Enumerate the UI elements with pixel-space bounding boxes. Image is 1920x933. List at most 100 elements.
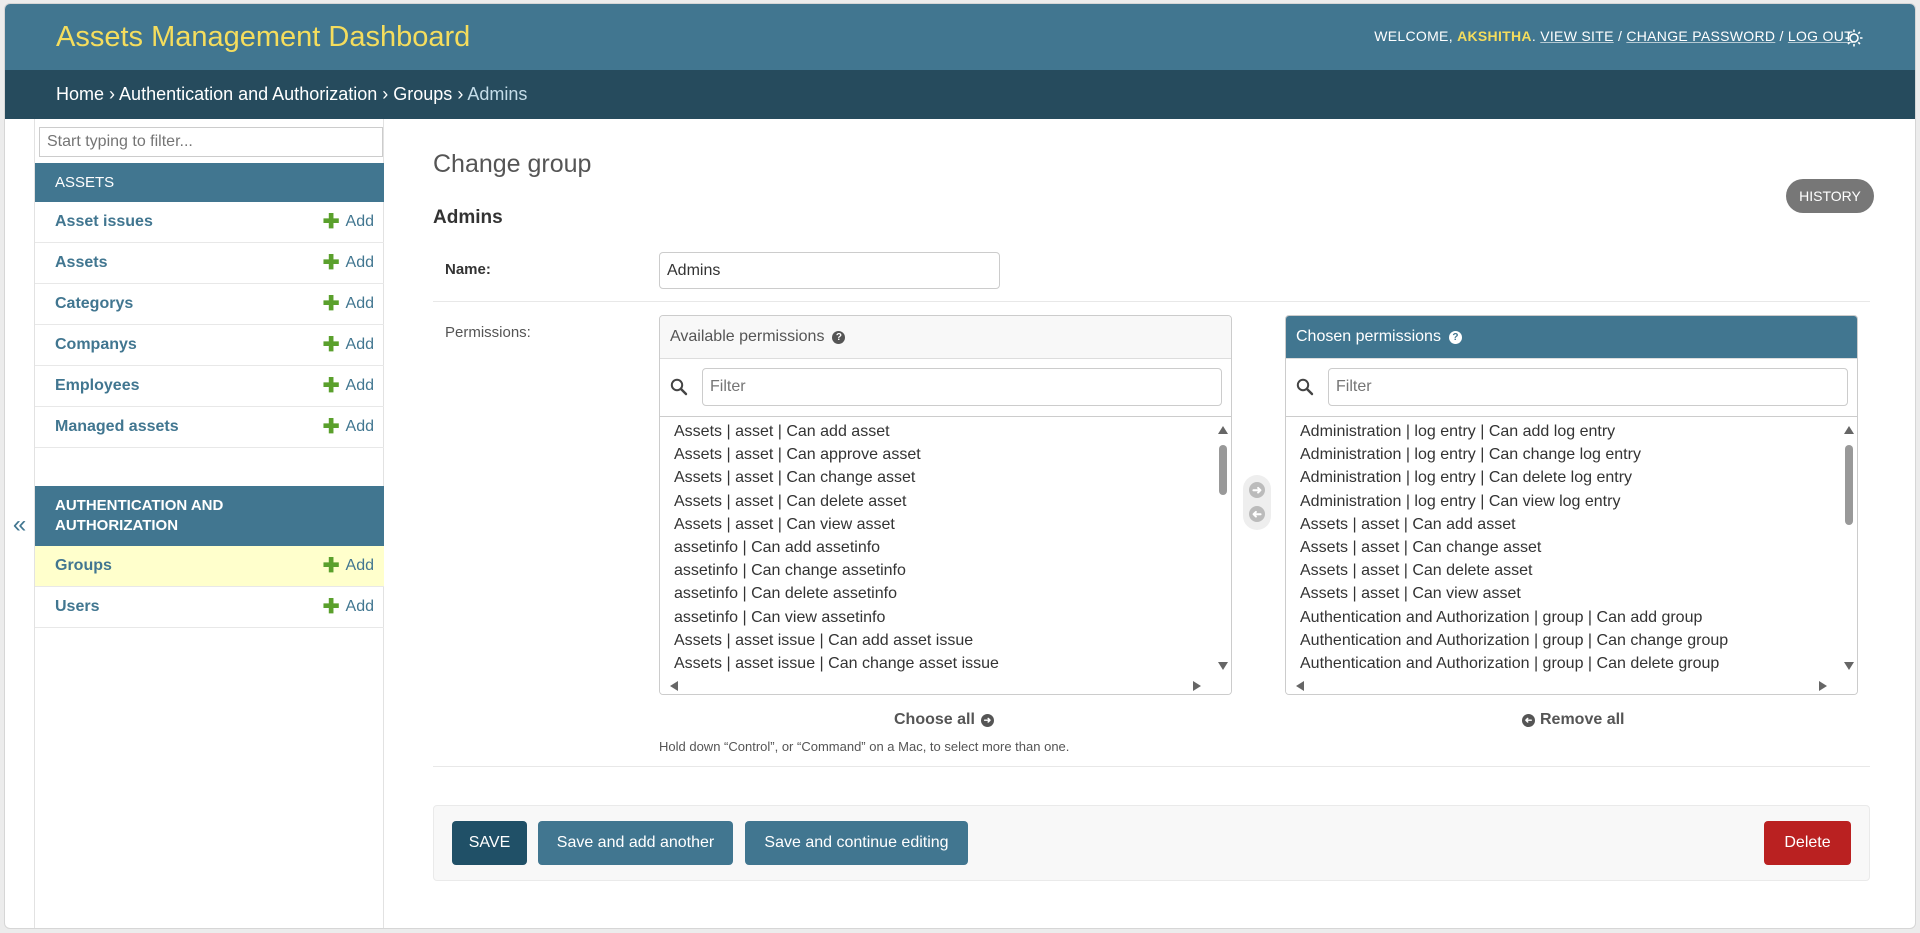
choose-all-link[interactable]: Choose all ➜ [894, 711, 994, 729]
scroll-up-icon[interactable] [1218, 426, 1228, 434]
remove-selected-icon[interactable]: ➜ [1249, 506, 1265, 522]
permission-option[interactable]: Assets | asset | Can change asset [1300, 536, 1827, 559]
module-caption-assets[interactable]: ASSETS [35, 163, 384, 202]
permission-option[interactable]: Assets | asset | Can add asset [674, 420, 1201, 443]
site-brand[interactable]: Assets Management Dashboard [56, 21, 470, 54]
add-link[interactable]: ✚ Add [323, 417, 374, 437]
plus-icon: ✚ [322, 416, 340, 438]
name-label: Name: [445, 261, 491, 278]
permission-option[interactable]: Assets | asset | Can approve asset [674, 443, 1201, 466]
scroll-thumb[interactable] [1845, 445, 1853, 525]
history-button[interactable]: HISTORY [1786, 179, 1874, 213]
permission-option[interactable]: Authentication and Authorization | group… [1300, 629, 1827, 652]
available-filter-input[interactable] [702, 368, 1222, 406]
save-and-continue-button[interactable]: Save and continue editing [745, 821, 968, 865]
add-link[interactable]: ✚ Add [323, 376, 374, 396]
plus-icon: ✚ [322, 252, 340, 274]
permission-option[interactable]: Assets | asset | Can view asset [674, 513, 1201, 536]
permission-option[interactable]: Assets | asset | Can delete asset [1300, 559, 1827, 582]
add-link[interactable]: ✚ Add [323, 212, 374, 232]
permission-option[interactable]: assetinfo | Can delete assetinfo [674, 582, 1201, 605]
arrow-left-circle-icon: ➜ [1522, 713, 1535, 727]
permission-option[interactable]: Assets | asset issue | Can change asset … [674, 652, 1201, 675]
scroll-down-icon[interactable] [1218, 662, 1228, 670]
sidebar-item-label[interactable]: Groups [55, 557, 112, 575]
available-permissions-list[interactable]: Assets | asset | Can add asset Assets | a… [660, 418, 1215, 676]
available-filter-row [660, 359, 1231, 417]
chosen-permissions-list[interactable]: Administration | log entry | Can add log… [1286, 418, 1841, 676]
plus-icon: ✚ [322, 293, 340, 315]
breadcrumb-app[interactable]: Authentication and Authorization [119, 84, 377, 104]
chosen-permissions-box: Chosen permissions ? Administration | lo… [1285, 315, 1858, 695]
scroll-up-icon[interactable] [1844, 426, 1854, 434]
scroll-thumb[interactable] [1219, 445, 1227, 495]
remove-all-link[interactable]: ➜ Remove all [1522, 711, 1624, 729]
permission-option[interactable]: Assets | asset | Can delete asset [674, 490, 1201, 513]
permission-option[interactable]: assetinfo | Can add assetinfo [674, 536, 1201, 559]
view-site-link[interactable]: VIEW SITE [1540, 28, 1614, 44]
add-link[interactable]: ✚ Add [323, 556, 374, 576]
permission-option[interactable]: Authentication and Authorization | group… [1300, 606, 1827, 629]
scroll-down-icon[interactable] [1844, 662, 1854, 670]
breadcrumb-home[interactable]: Home [56, 84, 104, 104]
nav-filter-input[interactable] [39, 127, 383, 157]
vertical-scrollbar[interactable] [1214, 418, 1231, 676]
help-icon[interactable]: ? [1448, 330, 1462, 344]
add-link[interactable]: ✚ Add [323, 335, 374, 355]
permission-option[interactable]: Administration | log entry | Can add log… [1300, 420, 1827, 443]
module-caption-auth[interactable]: AUTHENTICATION AND AUTHORIZATION [35, 486, 384, 546]
horizontal-scrollbar[interactable] [1286, 676, 1857, 694]
page-title: Change group [433, 150, 592, 178]
main-content: Change group HISTORY Admins Name: Permis… [433, 119, 1874, 928]
sidebar-item-label[interactable]: Employees [55, 377, 139, 395]
add-link[interactable]: ✚ Add [323, 253, 374, 273]
breadcrumb-model[interactable]: Groups [393, 84, 452, 104]
horizontal-scrollbar[interactable] [660, 676, 1231, 694]
sidebar-item-label[interactable]: Categorys [55, 295, 133, 313]
search-icon [670, 378, 688, 396]
available-permissions-title: Available permissions ? [660, 316, 1231, 359]
assets-module: ASSETS Asset issues ✚ Add Assets ✚ Add Cat… [35, 163, 384, 448]
permission-option[interactable]: Administration | log entry | Can delete … [1300, 466, 1827, 489]
add-link[interactable]: ✚ Add [323, 294, 374, 314]
sidebar-item-groups: Groups ✚ Add [35, 546, 384, 587]
permission-option[interactable]: Administration | log entry | Can view lo… [1300, 490, 1827, 513]
save-button[interactable]: SAVE [452, 821, 527, 865]
permission-option[interactable]: Assets | asset | Can add asset [1300, 513, 1827, 536]
save-and-add-another-button[interactable]: Save and add another [538, 821, 733, 865]
sidebar-item-label[interactable]: Assets [55, 254, 107, 272]
sidebar-item-label[interactable]: Managed assets [55, 418, 179, 436]
sidebar-item-label[interactable]: Companys [55, 336, 137, 354]
permission-option[interactable]: Authentication and Authorization | group… [1300, 652, 1827, 675]
plus-icon: ✚ [322, 211, 340, 233]
help-icon[interactable]: ? [832, 330, 846, 344]
chosen-filter-input[interactable] [1328, 368, 1848, 406]
permission-option[interactable]: Administration | log entry | Can change … [1300, 443, 1827, 466]
vertical-scrollbar[interactable] [1840, 418, 1857, 676]
permission-option[interactable]: Assets | asset | Can change asset [674, 466, 1201, 489]
change-password-link[interactable]: CHANGE PASSWORD [1626, 28, 1775, 44]
permission-option[interactable]: assetinfo | Can change assetinfo [674, 559, 1201, 582]
scroll-right-icon[interactable] [1193, 681, 1201, 691]
permission-option[interactable]: Assets | asset | Can view asset [1300, 582, 1827, 605]
add-selected-icon[interactable]: ➜ [1249, 482, 1265, 498]
delete-button[interactable]: Delete [1764, 821, 1851, 865]
sidebar-item-label[interactable]: Asset issues [55, 213, 153, 231]
scroll-right-icon[interactable] [1819, 681, 1827, 691]
sidebar-item-label[interactable]: Users [55, 598, 99, 616]
breadcrumb-current: Admins [467, 84, 528, 104]
permission-option[interactable]: assetinfo | Can view assetinfo [674, 606, 1201, 629]
sidebar-item-asset-issues: Asset issues ✚ Add [35, 202, 384, 243]
sidebar-collapse-toggle[interactable]: « [5, 119, 34, 928]
add-link[interactable]: ✚ Add [323, 597, 374, 617]
sidebar-item-users: Users ✚ Add [35, 587, 384, 628]
theme-toggle-icon[interactable] [1843, 27, 1865, 49]
permission-option[interactable]: Assets | asset issue | Can add asset iss… [674, 629, 1201, 652]
sidebar-item-employees: Employees ✚ Add [35, 366, 384, 407]
name-input[interactable] [659, 252, 1000, 289]
username: AKSHITHA [1457, 28, 1532, 44]
permissions-label: Permissions: [445, 324, 531, 341]
scroll-left-icon[interactable] [670, 681, 678, 691]
scroll-left-icon[interactable] [1296, 681, 1304, 691]
arrow-right-circle-icon: ➜ [980, 713, 994, 727]
